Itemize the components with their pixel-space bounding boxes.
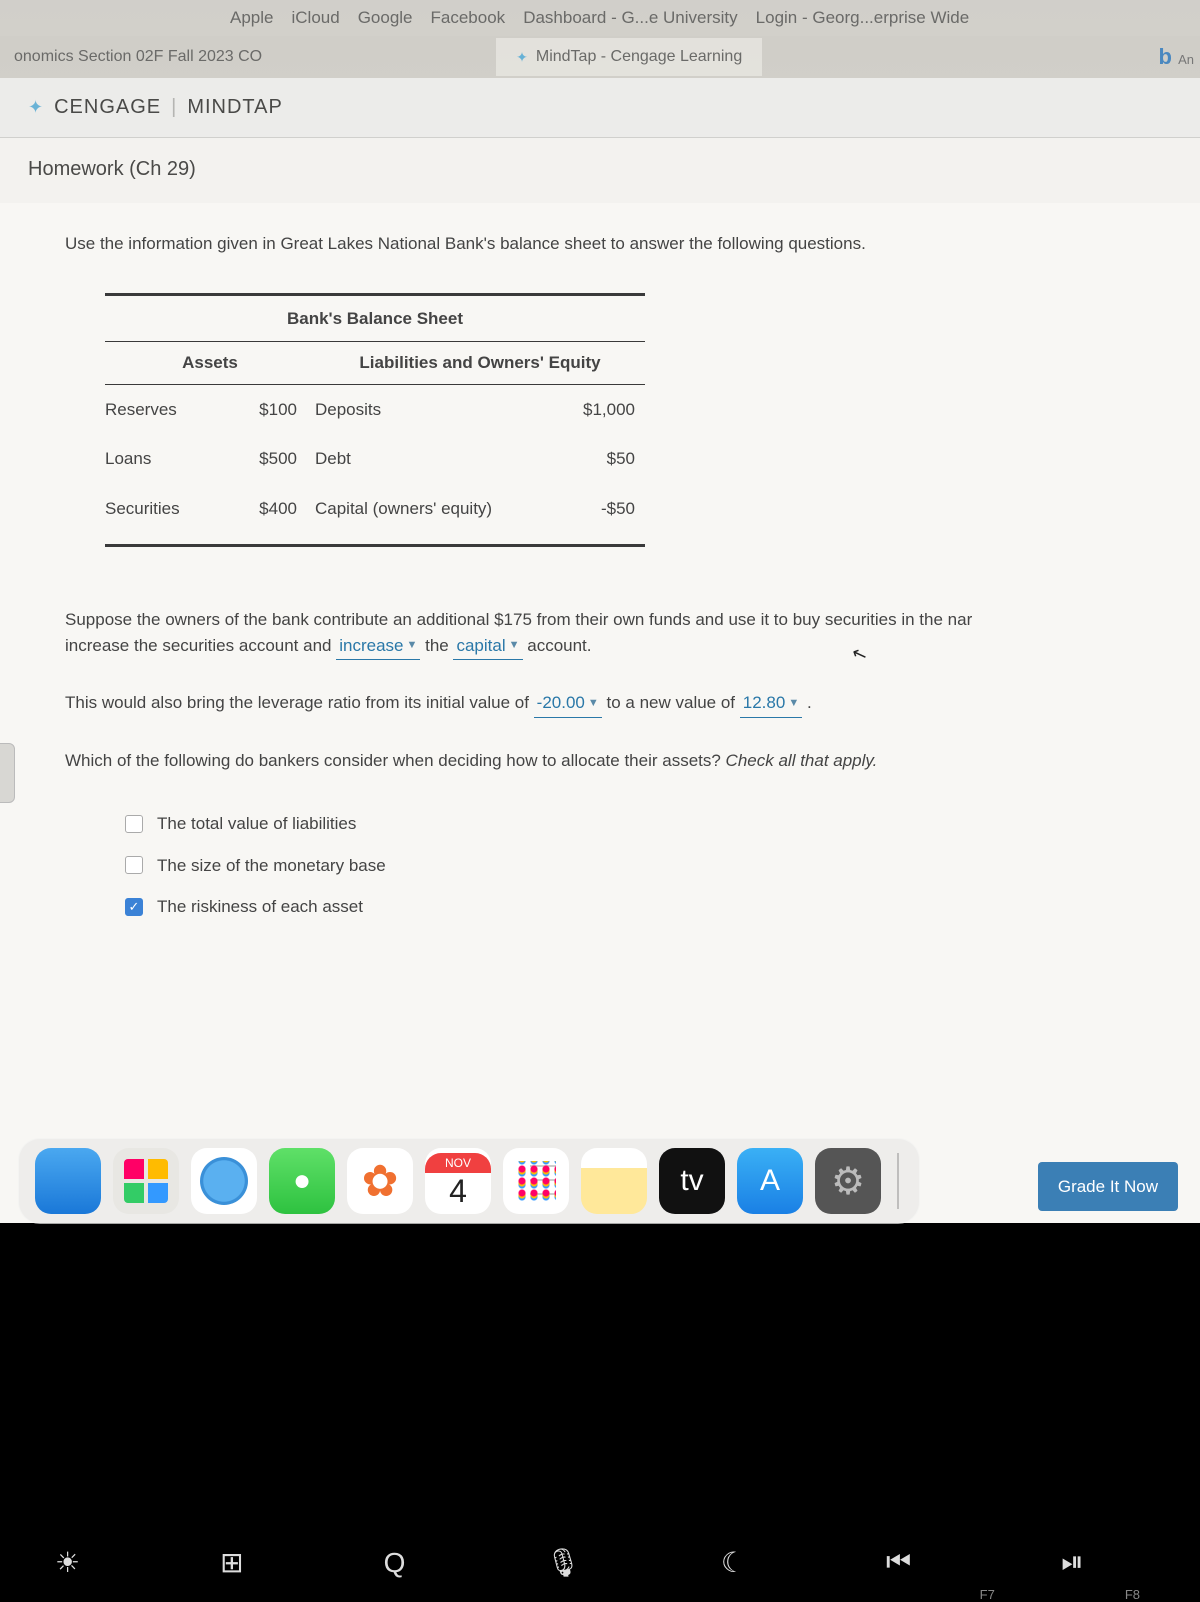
checkbox-option[interactable]: The size of the monetary base — [125, 845, 1145, 887]
photos-icon[interactable] — [347, 1148, 413, 1214]
table-row: Reserves $100 Deposits $1,000 — [105, 385, 645, 435]
bookmarks-bar: Apple iCloud Google Facebook Dashboard -… — [0, 0, 1200, 36]
question-2: This would also bring the leverage ratio… — [65, 690, 1145, 718]
sidebar-handle[interactable] — [0, 743, 15, 803]
bookmark-dashboard[interactable]: Dashboard - G...e University — [523, 8, 737, 28]
checkbox-label: The riskiness of each asset — [157, 894, 363, 920]
cengage-logo-icon: ✦ — [28, 97, 44, 118]
cengage-header: ✦ CENGAGE | MINDTAP — [0, 78, 1200, 138]
safari-icon[interactable] — [191, 1148, 257, 1214]
appstore-icon[interactable]: A — [737, 1148, 803, 1214]
question-1: Suppose the owners of the bank contribut… — [65, 607, 1145, 660]
bookmark-apple[interactable]: Apple — [230, 8, 273, 28]
checkbox-label: The total value of liabilities — [157, 811, 356, 837]
question-content: Use the information given in Great Lakes… — [0, 203, 1200, 1223]
question-intro: Use the information given in Great Lakes… — [65, 231, 1145, 257]
rewind-icon[interactable]: ⏮ — [886, 1546, 911, 1579]
checkbox-group: The total value of liabilities The size … — [125, 803, 1145, 928]
table-row: Loans $500 Debt $50 — [105, 434, 645, 484]
dropdown-capital[interactable]: capital▼ — [453, 633, 522, 661]
col-header-assets: Assets — [105, 350, 315, 376]
search-icon[interactable]: Q — [384, 1547, 406, 1579]
chevron-down-icon: ▼ — [788, 695, 799, 712]
checkbox-label: The size of the monetary base — [157, 853, 386, 879]
reminders-icon[interactable] — [503, 1148, 569, 1214]
tab-bartleby[interactable]: b An — [1159, 44, 1194, 70]
finder-icon[interactable] — [35, 1148, 101, 1214]
brand-divider: | — [171, 96, 177, 119]
cell-liab: Debt — [315, 446, 545, 472]
tab-label: MindTap - Cengage Learning — [536, 48, 742, 66]
brand-product: MINDTAP — [187, 96, 283, 119]
mic-icon[interactable]: 🎙 — [545, 1546, 581, 1579]
brand-name: CENGAGE — [54, 96, 161, 119]
launchpad-icon[interactable] — [113, 1148, 179, 1214]
calendar-day: 4 — [449, 1173, 467, 1210]
play-pause-icon[interactable]: ⏯ — [1061, 1546, 1083, 1579]
cell-liab: Capital (owners' equity) — [315, 496, 545, 522]
checkbox-option[interactable]: ✓ The riskiness of each asset — [125, 886, 1145, 928]
chevron-down-icon: ▼ — [406, 637, 417, 654]
checkbox-icon[interactable] — [125, 856, 143, 874]
chevron-down-icon: ▼ — [509, 637, 520, 654]
calendar-icon[interactable]: NOV 4 — [425, 1148, 491, 1214]
cell-asset-val: $500 — [235, 446, 315, 472]
checkbox-icon[interactable] — [125, 815, 143, 833]
browser-tab-bar: onomics Section 02F Fall 2023 CO ✦ MindT… — [0, 36, 1200, 78]
assignment-title: Homework (Ch 29) — [0, 138, 1200, 203]
bookmark-google[interactable]: Google — [358, 8, 413, 28]
table-row: Securities $400 Capital (owners' equity)… — [105, 484, 645, 534]
dropdown-new-ratio[interactable]: 12.80▼ — [740, 690, 802, 718]
brightness-icon[interactable]: ☀ — [55, 1546, 80, 1579]
dnd-icon[interactable]: ☾ — [721, 1546, 746, 1579]
bookmark-icloud[interactable]: iCloud — [291, 8, 339, 28]
appletv-icon[interactable]: tv — [659, 1148, 725, 1214]
table-title: Bank's Balance Sheet — [105, 296, 645, 343]
cell-liab-val: $50 — [545, 446, 635, 472]
col-header-liabilities: Liabilities and Owners' Equity — [315, 350, 645, 376]
dropdown-increase[interactable]: increase▼ — [336, 633, 420, 661]
touch-bar: ☀ ⊞ Q 🎙 ☾ ⏮ ⏯ ⏭ — [0, 1520, 1200, 1595]
checkbox-option[interactable]: The total value of liabilities — [125, 803, 1145, 845]
bookmark-login[interactable]: Login - Georg...erprise Wide — [756, 8, 970, 28]
cell-asset: Reserves — [105, 397, 235, 423]
favicon-icon: ✦ — [516, 49, 528, 66]
calendar-month: NOV — [425, 1153, 491, 1173]
question-3-prompt: Which of the following do bankers consid… — [65, 748, 1145, 774]
cell-asset-val: $400 — [235, 496, 315, 522]
checkbox-icon[interactable]: ✓ — [125, 898, 143, 916]
tab-economics[interactable]: onomics Section 02F Fall 2023 CO — [0, 38, 276, 76]
cell-liab-val: -$50 — [545, 496, 635, 522]
bookmark-facebook[interactable]: Facebook — [431, 8, 506, 28]
dock-separator — [897, 1153, 899, 1209]
cell-liab: Deposits — [315, 397, 545, 423]
macos-dock: ● NOV 4 tv A — [18, 1138, 920, 1224]
cell-asset: Securities — [105, 496, 235, 522]
messages-icon[interactable]: ● — [269, 1148, 335, 1214]
tab-mindtap-active[interactable]: ✦ MindTap - Cengage Learning — [496, 38, 762, 76]
chevron-down-icon: ▼ — [588, 695, 599, 712]
cell-liab-val: $1,000 — [545, 397, 635, 423]
mission-control-icon[interactable]: ⊞ — [220, 1546, 243, 1579]
grade-it-now-button[interactable]: Grade It Now — [1038, 1162, 1178, 1212]
cell-asset-val: $100 — [235, 397, 315, 423]
settings-icon[interactable] — [815, 1148, 881, 1214]
balance-sheet-table: Bank's Balance Sheet Assets Liabilities … — [105, 293, 645, 548]
dropdown-initial-ratio[interactable]: -20.00▼ — [534, 690, 602, 718]
cell-asset: Loans — [105, 446, 235, 472]
notes-icon[interactable] — [581, 1148, 647, 1214]
